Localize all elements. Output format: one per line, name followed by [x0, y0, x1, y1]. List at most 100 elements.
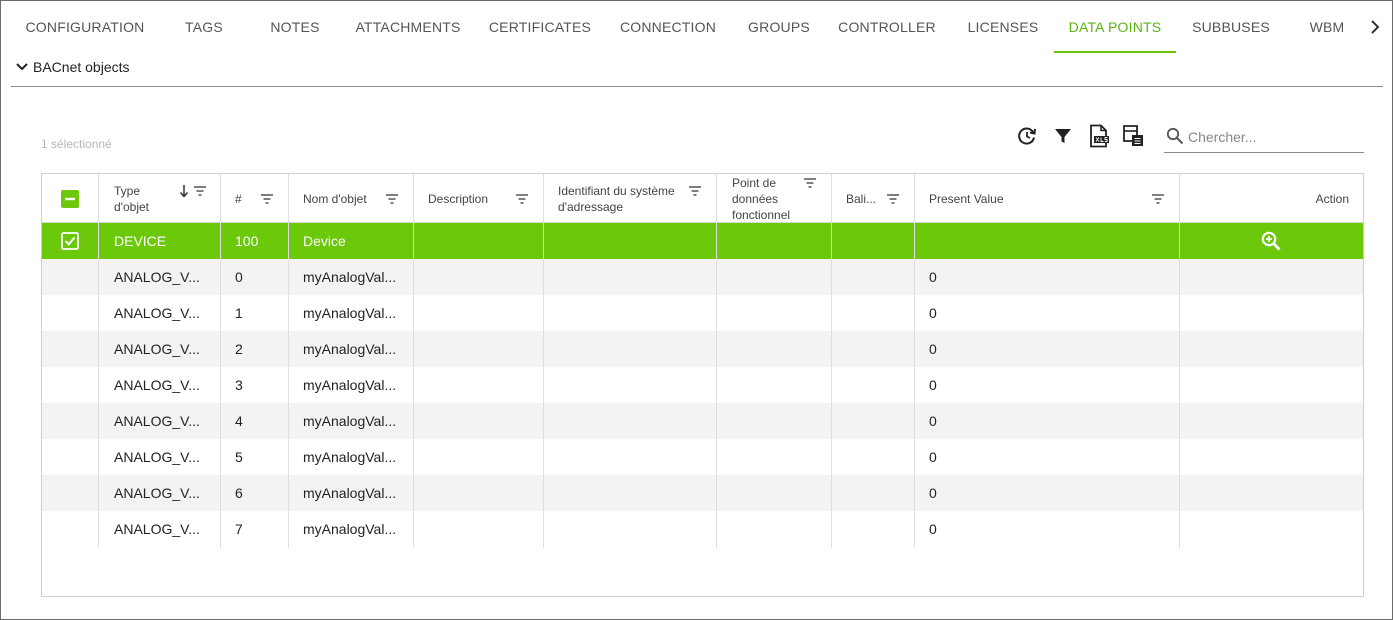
cell-object-type: ANALOG_V...	[114, 485, 200, 501]
cell-number: 7	[235, 521, 243, 537]
filter-lines-icon[interactable]	[515, 193, 529, 205]
cell-object-name: myAnalogVal...	[303, 413, 397, 429]
cell-tag	[832, 439, 914, 475]
tab-data-points[interactable]: DATA POINTS	[1054, 1, 1176, 53]
header-object-type[interactable]: Type d'objet	[100, 174, 220, 223]
cell-functional-point	[717, 403, 831, 439]
refresh-button[interactable]	[1014, 123, 1040, 149]
export-xlsx-button[interactable]	[1086, 123, 1112, 149]
header-number[interactable]: #	[221, 174, 288, 223]
header-addressing-id[interactable]: Identifiant du système d'adressage	[544, 174, 716, 223]
filter-lines-icon[interactable]	[385, 193, 399, 205]
search-input[interactable]	[1188, 125, 1360, 149]
zoom-in-icon[interactable]	[1260, 230, 1282, 252]
row-checkbox-area[interactable]	[42, 367, 98, 403]
window-frame: CONFIGURATION TAGS NOTES ATTACHMENTS CER…	[0, 0, 1393, 620]
sort-descending-icon[interactable]	[179, 184, 189, 198]
cell-addressing-id	[544, 367, 716, 403]
tab-notes[interactable]: NOTES	[256, 1, 334, 53]
table-row[interactable]: ANALOG_V... 4 myAnalogVal... 0	[42, 403, 1363, 439]
cell-present-value: 0	[929, 305, 937, 321]
cell-object-type: ANALOG_V...	[114, 341, 200, 357]
search-box	[1164, 121, 1364, 153]
tab-tags[interactable]: TAGS	[172, 1, 236, 53]
tab-subbuses[interactable]: SUBBUSES	[1186, 1, 1276, 53]
cell-number: 0	[235, 269, 243, 285]
cell-object-type: ANALOG_V...	[114, 521, 200, 537]
cell-description	[414, 223, 543, 259]
row-checkbox-area[interactable]	[42, 475, 98, 511]
cell-object-name: myAnalogVal...	[303, 521, 397, 537]
chevron-down-icon	[16, 63, 28, 71]
filter-lines-icon[interactable]	[260, 193, 274, 205]
filter-lines-icon[interactable]	[688, 185, 702, 197]
cell-description	[414, 475, 543, 511]
tab-attachments[interactable]: ATTACHMENTS	[349, 1, 467, 53]
search-icon	[1166, 127, 1184, 145]
cell-number: 2	[235, 341, 243, 357]
row-checkbox-area[interactable]	[42, 439, 98, 475]
cell-present-value: 0	[929, 413, 937, 429]
refresh-icon	[1018, 127, 1036, 145]
cell-addressing-id	[544, 403, 716, 439]
table-row[interactable]: ANALOG_V... 0 myAnalogVal... 0	[42, 259, 1363, 295]
cell-tag	[832, 475, 914, 511]
tab-configuration[interactable]: CONFIGURATION	[11, 1, 159, 53]
cell-addressing-id	[544, 439, 716, 475]
row-checkbox-area[interactable]	[42, 295, 98, 331]
section-toggle[interactable]: BACnet objects	[15, 59, 130, 75]
table-row[interactable]: ANALOG_V... 5 myAnalogVal... 0	[42, 439, 1363, 475]
cell-number: 4	[235, 413, 243, 429]
cell-number: 100	[235, 233, 259, 249]
select-all-checkbox[interactable]	[61, 190, 79, 208]
header-tag[interactable]: Bali...	[832, 174, 914, 223]
cell-present-value: 0	[929, 341, 937, 357]
table-row[interactable]: ANALOG_V... 2 myAnalogVal... 0	[42, 331, 1363, 367]
cell-object-name: myAnalogVal...	[303, 341, 397, 357]
filter-button[interactable]	[1050, 123, 1076, 149]
filter-lines-icon[interactable]	[1151, 193, 1165, 205]
cell-description	[414, 439, 543, 475]
filter-lines-icon[interactable]	[803, 177, 817, 189]
tab-wbm[interactable]: WBM	[1301, 1, 1353, 53]
tab-connection[interactable]: CONNECTION	[615, 1, 721, 53]
table-row[interactable]: DEVICE 100 Device	[42, 223, 1363, 259]
chevron-right-icon	[1371, 20, 1380, 34]
cell-functional-point	[717, 259, 831, 295]
column-divider	[1179, 174, 1180, 548]
cell-functional-point	[717, 331, 831, 367]
row-checkbox-area[interactable]	[42, 403, 98, 439]
filter-lines-icon[interactable]	[193, 185, 207, 197]
filter-lines-icon[interactable]	[886, 193, 900, 205]
cell-object-type: ANALOG_V...	[114, 413, 200, 429]
tab-controller[interactable]: CONTROLLER	[834, 1, 940, 53]
header-present-value[interactable]: Present Value	[915, 174, 1179, 223]
tab-certificates[interactable]: CERTIFICATES	[484, 1, 596, 53]
tabs-scroll-right-button[interactable]	[1364, 15, 1386, 39]
tab-groups[interactable]: GROUPS	[741, 1, 817, 53]
row-checkbox-area[interactable]	[42, 511, 98, 547]
cell-description	[414, 403, 543, 439]
table-row[interactable]: ANALOG_V... 1 myAnalogVal... 0	[42, 295, 1363, 331]
cell-functional-point	[717, 475, 831, 511]
cell-addressing-id	[544, 259, 716, 295]
column-divider	[914, 174, 915, 548]
table-row[interactable]: ANALOG_V... 3 myAnalogVal... 0	[42, 367, 1363, 403]
column-settings-button[interactable]	[1120, 123, 1146, 149]
table-row[interactable]: ANALOG_V... 6 myAnalogVal... 0	[42, 475, 1363, 511]
cell-tag	[832, 367, 914, 403]
tab-licenses[interactable]: LICENSES	[961, 1, 1045, 53]
data-points-table: DEVICE 100 Device ANALOG_V... 0 myAnalogVal..…	[41, 173, 1364, 597]
cell-number: 1	[235, 305, 243, 321]
cell-number: 5	[235, 449, 243, 465]
table-row[interactable]: ANALOG_V... 7 myAnalogVal... 0	[42, 511, 1363, 547]
cell-present-value	[915, 223, 1179, 259]
cell-tag	[832, 259, 914, 295]
row-checkbox-area[interactable]	[42, 259, 98, 295]
cell-addressing-id	[544, 475, 716, 511]
row-checkbox-area[interactable]	[42, 331, 98, 367]
row-checkbox-checked[interactable]	[61, 232, 79, 250]
cell-tag	[832, 511, 914, 547]
cell-present-value: 0	[929, 449, 937, 465]
column-divider	[831, 174, 832, 548]
